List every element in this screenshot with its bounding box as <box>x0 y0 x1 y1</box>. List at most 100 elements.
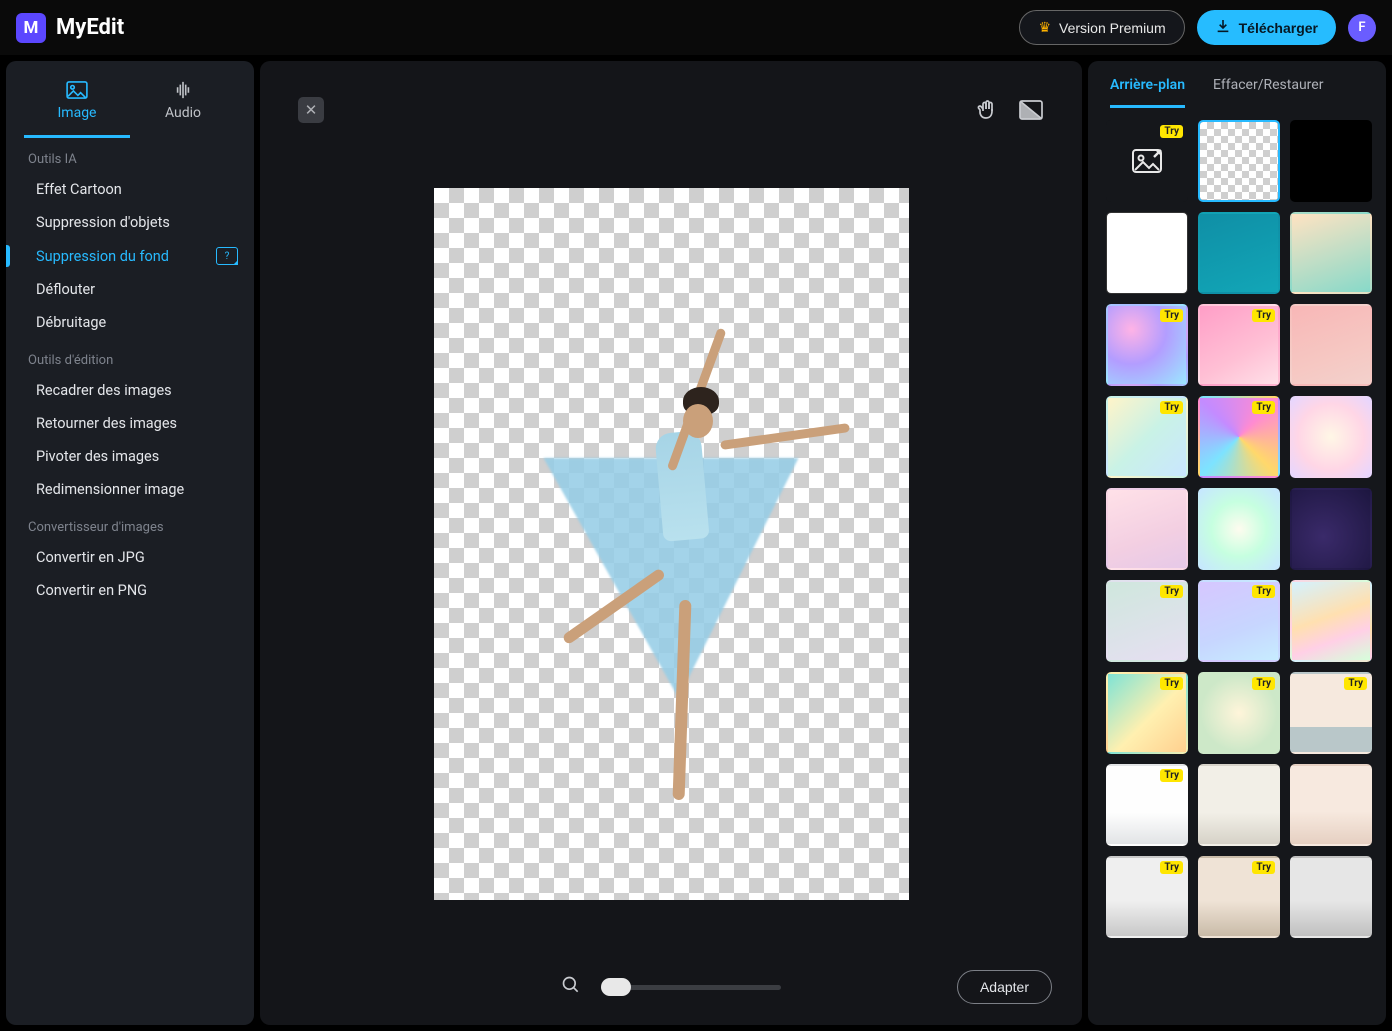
sidebar-item-cartoon[interactable]: Effet Cartoon <box>6 173 254 206</box>
canvas-stage[interactable] <box>260 123 1082 959</box>
canvas-area: ✕ <box>260 61 1082 1025</box>
try-badge: Try <box>1160 769 1183 782</box>
app-logo[interactable]: M MyEdit <box>16 13 124 43</box>
compare-icon <box>1018 98 1044 122</box>
tab-background[interactable]: Arrière-plan <box>1110 77 1185 108</box>
sidebar-item-label: Convertir en PNG <box>36 582 147 599</box>
sidebar-item-label: Convertir en JPG <box>36 549 145 566</box>
background-swatch[interactable] <box>1198 488 1280 570</box>
sidebar-item-resize[interactable]: Redimensionner image <box>6 473 254 506</box>
tab-audio[interactable]: Audio <box>130 71 236 138</box>
sidebar-item-to-png[interactable]: Convertir en PNG <box>6 574 254 607</box>
background-swatch[interactable]: Try <box>1106 120 1188 202</box>
background-swatch[interactable] <box>1290 580 1372 662</box>
try-badge: Try <box>1160 309 1183 322</box>
zoom-slider[interactable] <box>601 985 781 990</box>
sidebar-item-flip[interactable]: Retourner des images <box>6 407 254 440</box>
tab-image[interactable]: Image <box>24 71 130 138</box>
sidebar-section-title: Convertisseur d'images <box>6 506 254 541</box>
image-icon <box>65 81 89 99</box>
sidebar-section-title: Outils IA <box>6 138 254 173</box>
close-button[interactable]: ✕ <box>298 97 324 123</box>
background-swatch-list[interactable]: Try Try Try Try Try Try Try Try Try Try Try Try Try <box>1088 108 1386 1025</box>
premium-button[interactable]: ♛ Version Premium <box>1019 10 1184 45</box>
background-swatch[interactable] <box>1290 396 1372 478</box>
sidebar-item-label: Effet Cartoon <box>36 181 122 198</box>
compare-tool[interactable] <box>1018 97 1044 123</box>
upload-image-icon <box>1131 147 1163 175</box>
sidebar-item-label: Pivoter des images <box>36 448 159 465</box>
pan-tool[interactable] <box>974 97 1000 123</box>
app-name: MyEdit <box>56 15 124 40</box>
left-sidebar: Image Audio Outils IA Effet Cartoon Suppre… <box>6 61 254 1025</box>
zoom-slider-thumb[interactable] <box>601 978 631 996</box>
try-badge: Try <box>1160 677 1183 690</box>
try-badge: Try <box>1252 585 1275 598</box>
background-swatch[interactable] <box>1198 212 1280 294</box>
background-swatch[interactable]: Try <box>1198 580 1280 662</box>
avatar[interactable]: F <box>1348 14 1376 42</box>
background-swatch[interactable] <box>1290 488 1372 570</box>
sidebar-item-label: Redimensionner image <box>36 481 184 498</box>
download-label: Télécharger <box>1239 20 1318 36</box>
app-header: M MyEdit ♛ Version Premium Télécharger F <box>0 0 1392 55</box>
background-swatch[interactable] <box>1290 120 1372 202</box>
audio-icon <box>171 81 195 99</box>
background-swatch[interactable] <box>1106 488 1188 570</box>
try-badge: Try <box>1252 401 1275 414</box>
right-panel: Arrière-plan Effacer/Restaurer TryTryTry… <box>1088 61 1386 1025</box>
background-swatch[interactable] <box>1290 856 1372 938</box>
sidebar-item-deblur[interactable]: Déflouter <box>6 273 254 306</box>
background-swatch[interactable]: Try <box>1290 672 1372 754</box>
background-swatch[interactable]: Try <box>1106 764 1188 846</box>
background-swatch[interactable]: Try <box>1198 396 1280 478</box>
background-swatch[interactable]: Try <box>1198 672 1280 754</box>
premium-label: Version Premium <box>1059 20 1166 36</box>
background-swatch[interactable]: Try <box>1106 672 1188 754</box>
background-swatch[interactable] <box>1198 120 1280 202</box>
sidebar-item-obj-remove[interactable]: Suppression d'objets <box>6 206 254 239</box>
tab-audio-label: Audio <box>165 105 201 121</box>
background-swatch[interactable] <box>1106 212 1188 294</box>
try-badge: Try <box>1160 401 1183 414</box>
tab-erase-restore[interactable]: Effacer/Restaurer <box>1213 77 1323 108</box>
try-badge: Try <box>1252 861 1275 874</box>
try-badge: Try <box>1160 861 1183 874</box>
logo-badge-icon: M <box>16 13 46 43</box>
close-icon: ✕ <box>305 101 318 119</box>
crown-icon: ♛ <box>1038 19 1051 36</box>
sidebar-item-label: Suppression du fond <box>36 248 169 265</box>
sidebar-item-label: Retourner des images <box>36 415 177 432</box>
help-icon[interactable]: ? <box>216 247 238 265</box>
try-badge: Try <box>1160 585 1183 598</box>
sidebar-item-to-jpg[interactable]: Convertir en JPG <box>6 541 254 574</box>
tab-image-label: Image <box>58 105 97 121</box>
try-badge: Try <box>1160 125 1183 138</box>
sidebar-item-label: Déflouter <box>36 281 95 298</box>
image-preview <box>434 188 909 900</box>
background-swatch[interactable]: Try <box>1106 580 1188 662</box>
background-swatch[interactable] <box>1290 764 1372 846</box>
sidebar-item-label: Recadrer des images <box>36 382 172 399</box>
sidebar-item-rotate[interactable]: Pivoter des images <box>6 440 254 473</box>
background-swatch[interactable] <box>1290 304 1372 386</box>
sidebar-item-denoise[interactable]: Débruitage <box>6 306 254 339</box>
sidebar-mode-tabs: Image Audio <box>6 71 254 138</box>
background-swatch[interactable] <box>1198 764 1280 846</box>
background-swatch[interactable] <box>1290 212 1372 294</box>
background-swatch[interactable]: Try <box>1106 396 1188 478</box>
background-swatch[interactable]: Try <box>1106 856 1188 938</box>
try-badge: Try <box>1252 677 1275 690</box>
background-swatch[interactable]: Try <box>1198 856 1280 938</box>
fit-button[interactable]: Adapter <box>957 970 1052 1004</box>
sidebar-item-bg-remove[interactable]: Suppression du fond? <box>6 239 254 273</box>
sidebar-item-label: Débruitage <box>36 314 106 331</box>
sidebar-item-crop[interactable]: Recadrer des images <box>6 374 254 407</box>
download-icon <box>1215 18 1231 37</box>
sidebar-item-label: Suppression d'objets <box>36 214 170 231</box>
zoom-icon <box>561 975 581 999</box>
background-swatch[interactable]: Try <box>1106 304 1188 386</box>
download-button[interactable]: Télécharger <box>1197 10 1336 45</box>
try-badge: Try <box>1344 677 1367 690</box>
background-swatch[interactable]: Try <box>1198 304 1280 386</box>
